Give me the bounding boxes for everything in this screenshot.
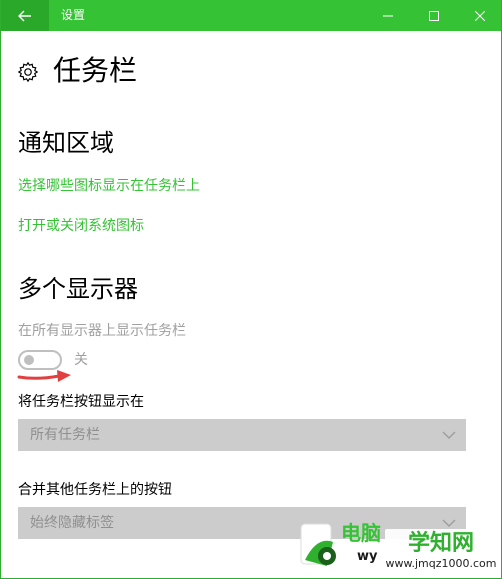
window-title: 设置	[61, 8, 86, 22]
watermark-text: 电脑	[341, 521, 381, 545]
dropdown-value: 所有任务栏	[30, 427, 100, 443]
chevron-down-icon	[442, 519, 456, 527]
notification-area-heading: 通知区域	[18, 129, 114, 157]
multiple-displays-heading: 多个显示器	[18, 275, 138, 303]
watermark-badge-title: 学知网	[407, 531, 474, 556]
back-button[interactable]	[1, 0, 49, 31]
gear-icon	[17, 61, 39, 83]
minimize-icon	[383, 15, 393, 16]
watermark-subtext: wy	[357, 549, 378, 564]
select-taskbar-icons-link[interactable]: 选择哪些图标显示在任务栏上	[18, 176, 200, 196]
title-bar: 设置	[1, 0, 501, 31]
toggle-knob	[24, 355, 34, 365]
red-arrow-annotation	[17, 370, 71, 382]
taskbar-buttons-on-dropdown[interactable]: 所有任务栏	[18, 419, 466, 451]
close-icon	[475, 10, 485, 21]
taskbar-buttons-on-label: 将任务栏按钮显示在	[18, 394, 144, 410]
close-button[interactable]	[457, 0, 501, 31]
back-arrow-icon	[18, 10, 31, 21]
watermark-badge: 学知网 www.jmqz1000.com	[385, 529, 497, 575]
combine-buttons-label: 合并其他任务栏上的按钮	[18, 482, 172, 498]
toggle-state-label: 关	[74, 352, 88, 368]
maximize-button[interactable]	[411, 0, 457, 31]
dropdown-value: 始终隐藏标签	[30, 515, 114, 531]
maximize-icon	[429, 10, 439, 21]
system-icons-link[interactable]: 打开或关闭系统图标	[18, 216, 144, 236]
page-title: 任务栏	[53, 54, 138, 87]
settings-window: 设置 任务栏 通知区域 选择哪些图标显示在任务栏上 打开或关闭系统图标 多个显示…	[0, 0, 502, 579]
watermark-badge-url: www.jmqz1000.com	[385, 557, 497, 570]
show-on-all-displays-label: 在所有显示器上显示任务栏	[18, 323, 186, 339]
chevron-down-icon	[442, 431, 456, 439]
minimize-button[interactable]	[365, 0, 411, 31]
